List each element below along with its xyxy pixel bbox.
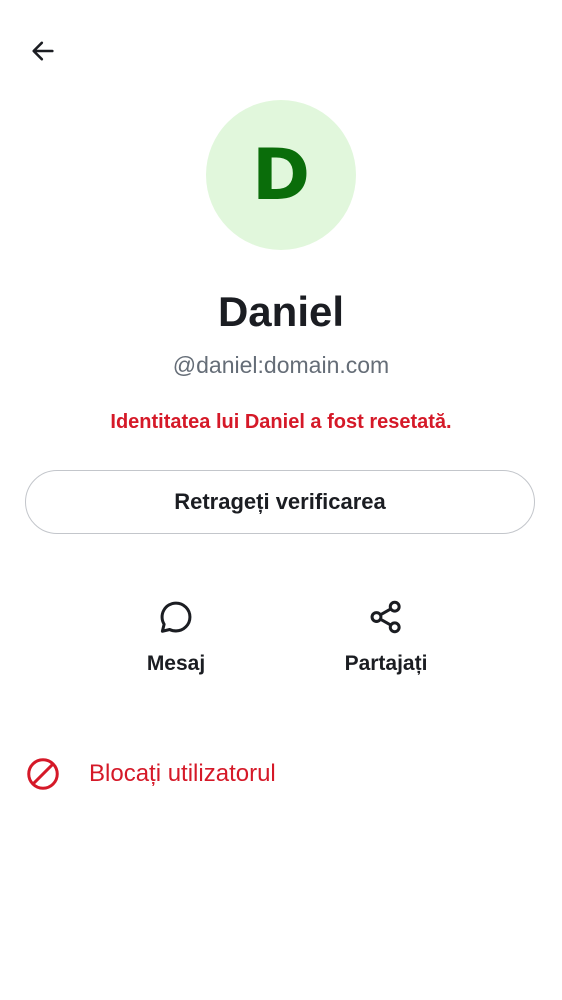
withdraw-verification-button[interactable]: Retrageți verificarea (25, 470, 535, 534)
block-user-label: Blocați utilizatorul (89, 760, 276, 787)
identity-reset-warning: Identitatea lui Daniel a fost resetată. (110, 411, 452, 433)
share-icon (370, 600, 401, 634)
arrow-left-icon (32, 41, 54, 61)
chat-bubble-icon (160, 601, 192, 633)
avatar-initial: D (251, 134, 311, 216)
message-action[interactable]: Mesaj (106, 598, 246, 676)
share-action-label: Partajați (344, 652, 428, 675)
back-button[interactable] (22, 30, 64, 72)
avatar: D (206, 100, 356, 250)
user-id: @daniel:domain.com (172, 352, 390, 378)
user-display-name: Daniel (217, 288, 345, 335)
share-action[interactable]: Partajați (316, 598, 456, 676)
block-user-button[interactable]: Blocați utilizatorul (25, 756, 276, 792)
block-icon (27, 758, 59, 790)
message-action-label: Mesaj (146, 652, 206, 675)
